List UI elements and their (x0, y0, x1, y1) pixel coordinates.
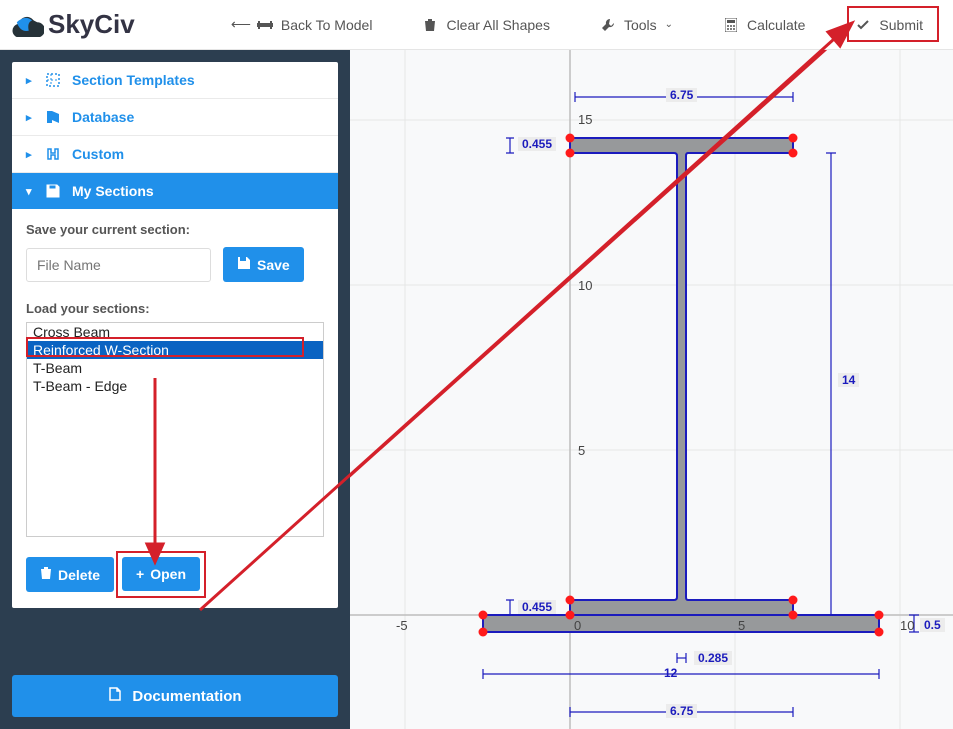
wrench-icon (600, 18, 616, 32)
doc-icon (108, 687, 122, 705)
dim-bot-flange: 0.455 (518, 600, 556, 614)
open-button[interactable]: + Open (122, 557, 200, 591)
my-sections-body: Save your current section: Save Load you… (12, 209, 338, 608)
load-sections-label: Load your sections: (26, 301, 150, 316)
list-item[interactable]: T-Beam - Edge (27, 377, 323, 395)
clear-shapes-button[interactable]: Clear All Shapes (412, 11, 560, 39)
dim-bot-span: 6.75 (666, 704, 697, 718)
database-label: Database (72, 109, 134, 125)
back-to-model-label: Back To Model (281, 17, 373, 33)
trash-icon (40, 566, 52, 583)
x-tick: 10 (900, 618, 914, 633)
y-tick: 15 (578, 112, 592, 127)
check-icon (855, 18, 871, 32)
main: ▸ Section Templates ▸ Database ▸ Custom … (0, 50, 953, 729)
save-button-label: Save (257, 257, 290, 273)
templates-icon (44, 72, 62, 88)
caret-right-icon: ▸ (26, 148, 34, 161)
dim-top-flange: 0.455 (518, 137, 556, 151)
my-sections-label: My Sections (72, 183, 154, 199)
tools-label: Tools (624, 17, 657, 33)
dim-height: 14 (838, 373, 859, 387)
list-item[interactable]: Reinforced W-Section (27, 341, 323, 359)
submit-label: Submit (879, 17, 923, 33)
trash-icon (422, 18, 438, 32)
y-tick: 5 (578, 443, 585, 458)
chevron-down-icon: ⌄ (665, 19, 673, 30)
custom-header[interactable]: ▸ Custom (12, 136, 338, 173)
canvas[interactable]: -5 0 5 10 5 10 15 6.75 0.455 0.455 14 0.… (350, 50, 953, 729)
tools-button[interactable]: Tools ⌄ (590, 11, 683, 39)
plot (350, 50, 953, 729)
save-disk-icon (44, 183, 62, 199)
caret-right-icon: ▸ (26, 74, 34, 87)
custom-icon (44, 146, 62, 162)
delete-button[interactable]: Delete (26, 557, 114, 592)
documentation-button[interactable]: Documentation (12, 675, 338, 717)
open-button-label: Open (150, 566, 186, 582)
clear-shapes-label: Clear All Shapes (446, 17, 550, 33)
y-tick: 10 (578, 278, 592, 293)
dim-web: 0.285 (694, 651, 732, 665)
delete-button-label: Delete (58, 567, 100, 583)
calculate-label: Calculate (747, 17, 805, 33)
documentation-label: Documentation (132, 688, 241, 705)
logo: SkyCiv (10, 9, 135, 40)
calculator-icon (723, 18, 739, 32)
section-list[interactable]: Cross Beam Reinforced W-Section T-Beam T… (26, 322, 324, 537)
save-section-label: Save your current section: (26, 222, 190, 237)
accordion: ▸ Section Templates ▸ Database ▸ Custom … (12, 62, 338, 608)
dim-top-width: 6.75 (666, 88, 697, 102)
app-name: SkyCiv (48, 9, 135, 40)
filename-input[interactable] (26, 248, 211, 282)
back-arrow-icon: ⟵ (233, 18, 249, 32)
my-sections-header[interactable]: ▾ My Sections (12, 173, 338, 209)
logo-icon (10, 12, 44, 38)
x-tick: -5 (396, 618, 408, 633)
model-icon (257, 18, 273, 32)
section-templates-header[interactable]: ▸ Section Templates (12, 62, 338, 99)
topbar: SkyCiv ⟵ Back To Model Clear All Shapes … (0, 0, 953, 50)
caret-down-icon: ▾ (26, 185, 34, 198)
top-menu: ⟵ Back To Model Clear All Shapes Tools ⌄… (223, 11, 943, 39)
database-header[interactable]: ▸ Database (12, 99, 338, 136)
plus-icon: + (136, 566, 144, 582)
x-tick: 5 (738, 618, 745, 633)
list-item[interactable]: T-Beam (27, 359, 323, 377)
section-templates-label: Section Templates (72, 72, 195, 88)
caret-right-icon: ▸ (26, 111, 34, 124)
database-icon (44, 109, 62, 125)
custom-label: Custom (72, 146, 124, 162)
save-button[interactable]: Save (223, 247, 304, 282)
submit-button[interactable]: Submit (845, 11, 933, 39)
list-item[interactable]: Cross Beam (27, 323, 323, 341)
calculate-button[interactable]: Calculate (713, 11, 815, 39)
sidebar: ▸ Section Templates ▸ Database ▸ Custom … (0, 50, 350, 729)
x-tick: 0 (574, 618, 581, 633)
back-to-model-button[interactable]: ⟵ Back To Model (223, 11, 383, 39)
dim-plate-thk: 0.5 (920, 618, 945, 632)
save-disk-icon (237, 256, 251, 273)
dim-bot-inner: 12 (660, 666, 681, 680)
